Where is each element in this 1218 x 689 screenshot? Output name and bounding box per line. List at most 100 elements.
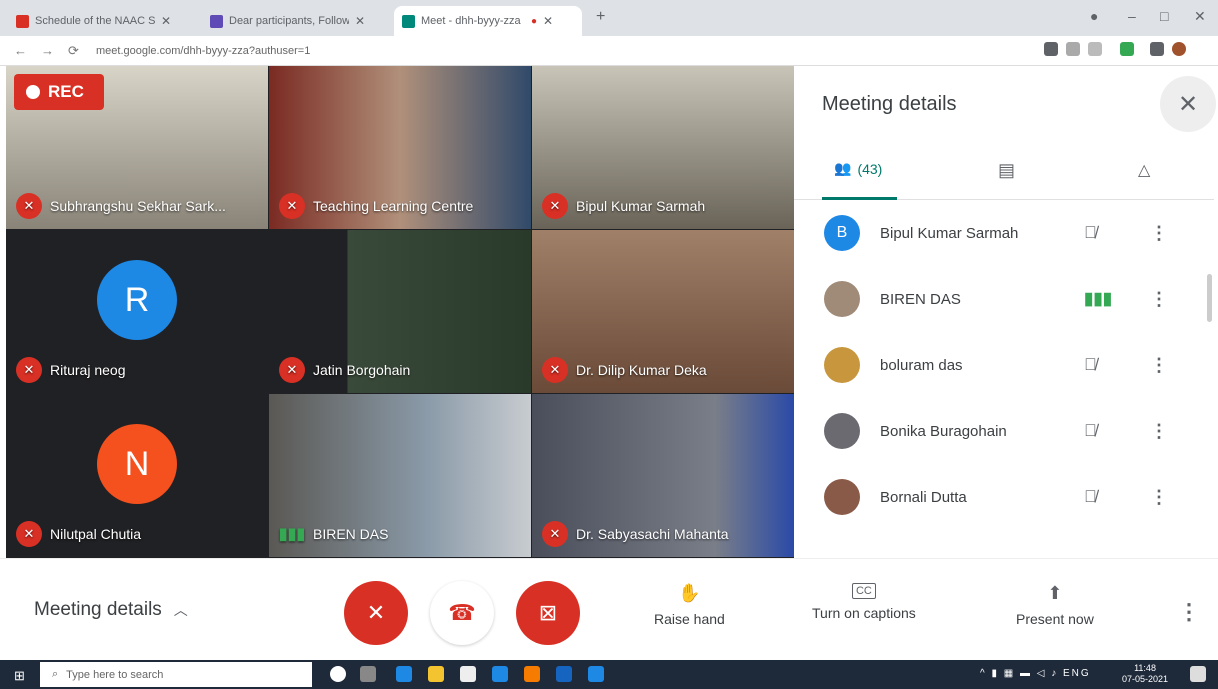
mic-off-icon: ✕: [16, 193, 42, 219]
close-tab-icon[interactable]: ✕: [543, 14, 553, 28]
task-view-icon[interactable]: [360, 666, 376, 682]
address-bar: ← → ⟳ meet.google.com/dhh-byyy-zza?authu…: [0, 36, 1218, 66]
mail-icon[interactable]: [492, 666, 508, 682]
mic-off-icon: ✕: [542, 193, 568, 219]
taskbar: ⊞ ⌕ Type here to search ^ ▮ ▦ ▬ ◁ ♪ ENG …: [0, 660, 1218, 689]
raise-hand-button[interactable]: ✋ Raise hand: [654, 583, 725, 627]
back-icon[interactable]: ←: [14, 43, 27, 58]
browser-tab-1[interactable]: Schedule of the NAAC Seminar - ✕: [8, 6, 196, 36]
mic-off-icon: ✕: [542, 357, 568, 383]
participant-name: Dr. Sabyasachi Mahanta: [576, 526, 729, 542]
present-now-button[interactable]: ⬆ Present now: [1016, 583, 1094, 627]
participant-list: B Bipul Kumar Sarmah 🎙̸ ⋮ BIREN DAS ▮▮▮ …: [794, 200, 1206, 558]
chat-icon: ▤: [998, 160, 1016, 180]
video-tile[interactable]: ✕ Jatin Borgohain: [269, 230, 531, 393]
video-tile[interactable]: ✕ Dr. Sabyasachi Mahanta: [532, 394, 794, 557]
video-tile[interactable]: ✕ Bipul Kumar Sarmah: [532, 66, 794, 229]
browser-tab-meet[interactable]: Meet - dhh-byyy-zza ● ✕: [394, 6, 582, 36]
video-tile[interactable]: N ✕ Nilutpal Chutia: [6, 394, 268, 557]
mic-off-icon: ✕: [542, 521, 568, 547]
leave-call-button[interactable]: ☎: [430, 581, 494, 645]
new-tab-button[interactable]: +: [596, 8, 605, 26]
chevron-up-icon: ︿: [173, 602, 188, 618]
chrome-icon[interactable]: [524, 666, 540, 682]
maximize-button[interactable]: □: [1160, 8, 1168, 24]
participant-name: Subhrangshu Sekhar Sark...: [50, 198, 226, 214]
panel-tabs: 👥 (43) ▤ △: [794, 146, 1214, 200]
camera-toggle-button[interactable]: ⊠: [516, 581, 580, 645]
avatar: [824, 413, 860, 449]
mic-off-icon: 🎙̸: [1084, 223, 1097, 242]
tab-people[interactable]: 👥 (43): [834, 160, 882, 177]
forward-icon[interactable]: →: [41, 43, 54, 58]
more-options-icon[interactable]: ⋮: [1150, 223, 1168, 244]
video-tile[interactable]: R ✕ Rituraj neog: [6, 230, 268, 393]
list-item[interactable]: boluram das 🎙̸ ⋮: [794, 332, 1206, 398]
reload-icon[interactable]: ⟳: [68, 43, 79, 59]
store-icon[interactable]: [460, 666, 476, 682]
meeting-details-toggle[interactable]: Meeting details ︿: [34, 599, 188, 621]
captions-button[interactable]: CC Turn on captions: [812, 583, 916, 621]
video-tile[interactable]: REC ✕ Subhrangshu Sekhar Sark...: [6, 66, 268, 229]
hang-up-icon: ☎: [448, 600, 476, 625]
windows-start-icon[interactable]: ⊞: [14, 668, 25, 684]
star-icon[interactable]: [1088, 42, 1102, 56]
more-options-icon[interactable]: ⋮: [1150, 487, 1168, 508]
avatar: [824, 479, 860, 515]
extensions-icon[interactable]: [1150, 42, 1164, 56]
mic-off-icon: 🎙̸: [1084, 487, 1097, 506]
recording-dot-icon: ●: [531, 15, 538, 27]
meet-icon: [402, 14, 415, 28]
avatar: [824, 347, 860, 383]
close-tab-icon[interactable]: ✕: [355, 14, 365, 28]
more-options-icon[interactable]: ⋮: [1150, 355, 1168, 376]
camera-ext-icon[interactable]: [1044, 42, 1058, 56]
participant-name: Dr. Dilip Kumar Deka: [576, 362, 707, 378]
video-grid: REC ✕ Subhrangshu Sekhar Sark... ✕ Teachin…: [6, 66, 794, 558]
file-explorer-icon[interactable]: [428, 666, 444, 682]
video-tile[interactable]: ✕ Dr. Dilip Kumar Deka: [532, 230, 794, 393]
video-tile[interactable]: ▮▮▮ BIREN DAS: [269, 394, 531, 557]
url-field[interactable]: meet.google.com/dhh-byyy-zza?authuser=1: [96, 45, 310, 57]
recording-badge: REC: [14, 74, 104, 110]
participant-name: Teaching Learning Centre: [313, 198, 474, 214]
clock[interactable]: 11:48 07-05-2021: [1122, 663, 1168, 685]
meet-ext-icon[interactable]: [1120, 42, 1134, 56]
close-panel-button[interactable]: ✕: [1160, 76, 1216, 132]
avatar[interactable]: [1172, 42, 1186, 56]
video-tile[interactable]: ✕ Teaching Learning Centre: [269, 66, 531, 229]
list-item[interactable]: B Bipul Kumar Sarmah 🎙̸ ⋮: [794, 200, 1206, 266]
captions-icon: CC: [851, 583, 876, 599]
edge-icon[interactable]: [396, 666, 412, 682]
close-tab-icon[interactable]: ✕: [161, 14, 171, 28]
notifications-icon[interactable]: [1190, 666, 1206, 682]
tab-activities[interactable]: △: [1138, 160, 1150, 180]
more-options-icon[interactable]: ⋮: [1178, 599, 1200, 625]
mic-off-icon: ✕: [279, 357, 305, 383]
profile-icon[interactable]: ●: [1090, 8, 1098, 24]
mic-off-icon: ✕: [16, 521, 42, 547]
taskbar-search[interactable]: ⌕ Type here to search: [40, 662, 312, 687]
system-tray[interactable]: ^ ▮ ▦ ▬ ◁ ♪ ENG: [980, 668, 1091, 679]
zoom-icon[interactable]: [1066, 42, 1080, 56]
avatar: R: [97, 260, 177, 340]
more-options-icon[interactable]: ⋮: [1150, 289, 1168, 310]
mic-off-icon: ✕: [279, 193, 305, 219]
cortana-icon[interactable]: [330, 666, 346, 682]
participant-name: BIREN DAS: [313, 526, 389, 542]
browser-tab-2[interactable]: Dear participants, Following is c ✕: [202, 6, 390, 36]
list-item[interactable]: Bonika Buragohain 🎙̸ ⋮: [794, 398, 1206, 464]
app-icon[interactable]: [588, 666, 604, 682]
scrollbar[interactable]: [1207, 274, 1212, 322]
list-item[interactable]: Bornali Dutta 🎙̸ ⋮: [794, 464, 1206, 530]
mic-toggle-button[interactable]: ✕: [344, 581, 408, 645]
close-window-button[interactable]: ✕: [1194, 8, 1206, 25]
meeting-controls: Meeting details ︿ ✕ ☎ ⊠ ✋ Raise hand CC …: [0, 558, 1218, 660]
app-icon[interactable]: [556, 666, 572, 682]
mic-off-icon: ✕: [366, 600, 386, 625]
list-item[interactable]: BIREN DAS ▮▮▮ ⋮: [794, 266, 1206, 332]
more-options-icon[interactable]: ⋮: [1150, 421, 1168, 442]
minimize-button[interactable]: –: [1128, 8, 1136, 24]
mic-off-icon: 🎙̸: [1084, 355, 1097, 374]
tab-chat[interactable]: ▤: [998, 160, 1015, 181]
